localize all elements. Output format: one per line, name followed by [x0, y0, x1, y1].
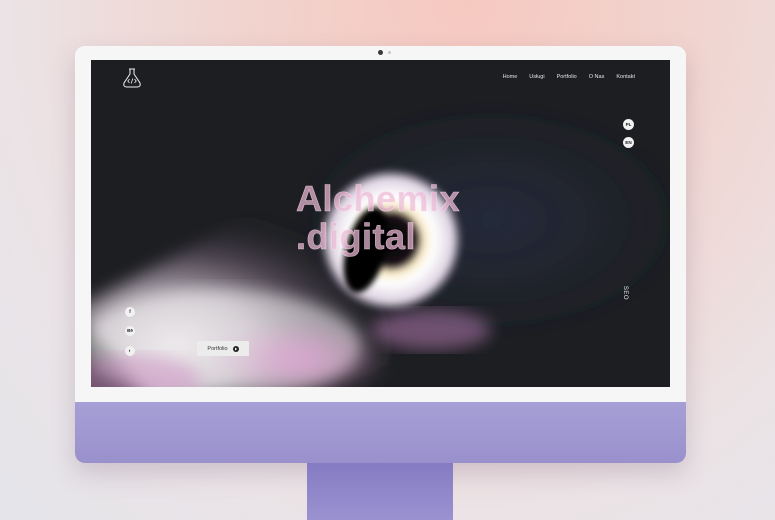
camera-icon	[378, 50, 383, 55]
hero-title-line1: Alchemix	[296, 178, 461, 219]
nav-item-portfolio[interactable]: Portfolio	[557, 74, 577, 80]
nav-item-home[interactable]: Home	[503, 74, 518, 80]
camera-sensor-icon	[388, 51, 391, 54]
hero-title-line2: .digital	[296, 216, 416, 257]
alchemy-flask-code-icon[interactable]	[121, 67, 143, 89]
nav-item-kontakt[interactable]: Kontakt	[616, 74, 635, 80]
portfolio-button-label: Portfolio	[207, 345, 228, 352]
behance-icon[interactable]: Bē	[125, 326, 135, 336]
facebook-icon[interactable]: f	[125, 307, 135, 317]
monitor-stand	[307, 463, 453, 520]
main-nav: Home Usługi Portfolio O Nas Kontakt	[503, 74, 635, 80]
portfolio-button[interactable]: Portfolio	[197, 341, 249, 356]
behance-glyph: Bē	[127, 327, 133, 333]
hero-title: Alchemix .digital	[296, 178, 461, 257]
facebook-glyph: f	[129, 308, 131, 314]
nav-item-uslugi[interactable]: Usługi	[529, 74, 544, 80]
lang-en-button[interactable]: EN	[623, 137, 634, 148]
github-icon[interactable]: ◐	[125, 346, 135, 356]
monitor-chin	[75, 402, 686, 463]
seo-vertical-label: SEO	[622, 285, 629, 301]
arrow-circle-icon	[232, 345, 239, 352]
nav-item-o-nas[interactable]: O Nas	[589, 74, 605, 80]
website-screen: Home Usługi Portfolio O Nas Kontakt PL E…	[91, 60, 670, 387]
github-glyph: ◐	[128, 347, 132, 353]
lang-pl-button[interactable]: PL	[623, 119, 634, 130]
